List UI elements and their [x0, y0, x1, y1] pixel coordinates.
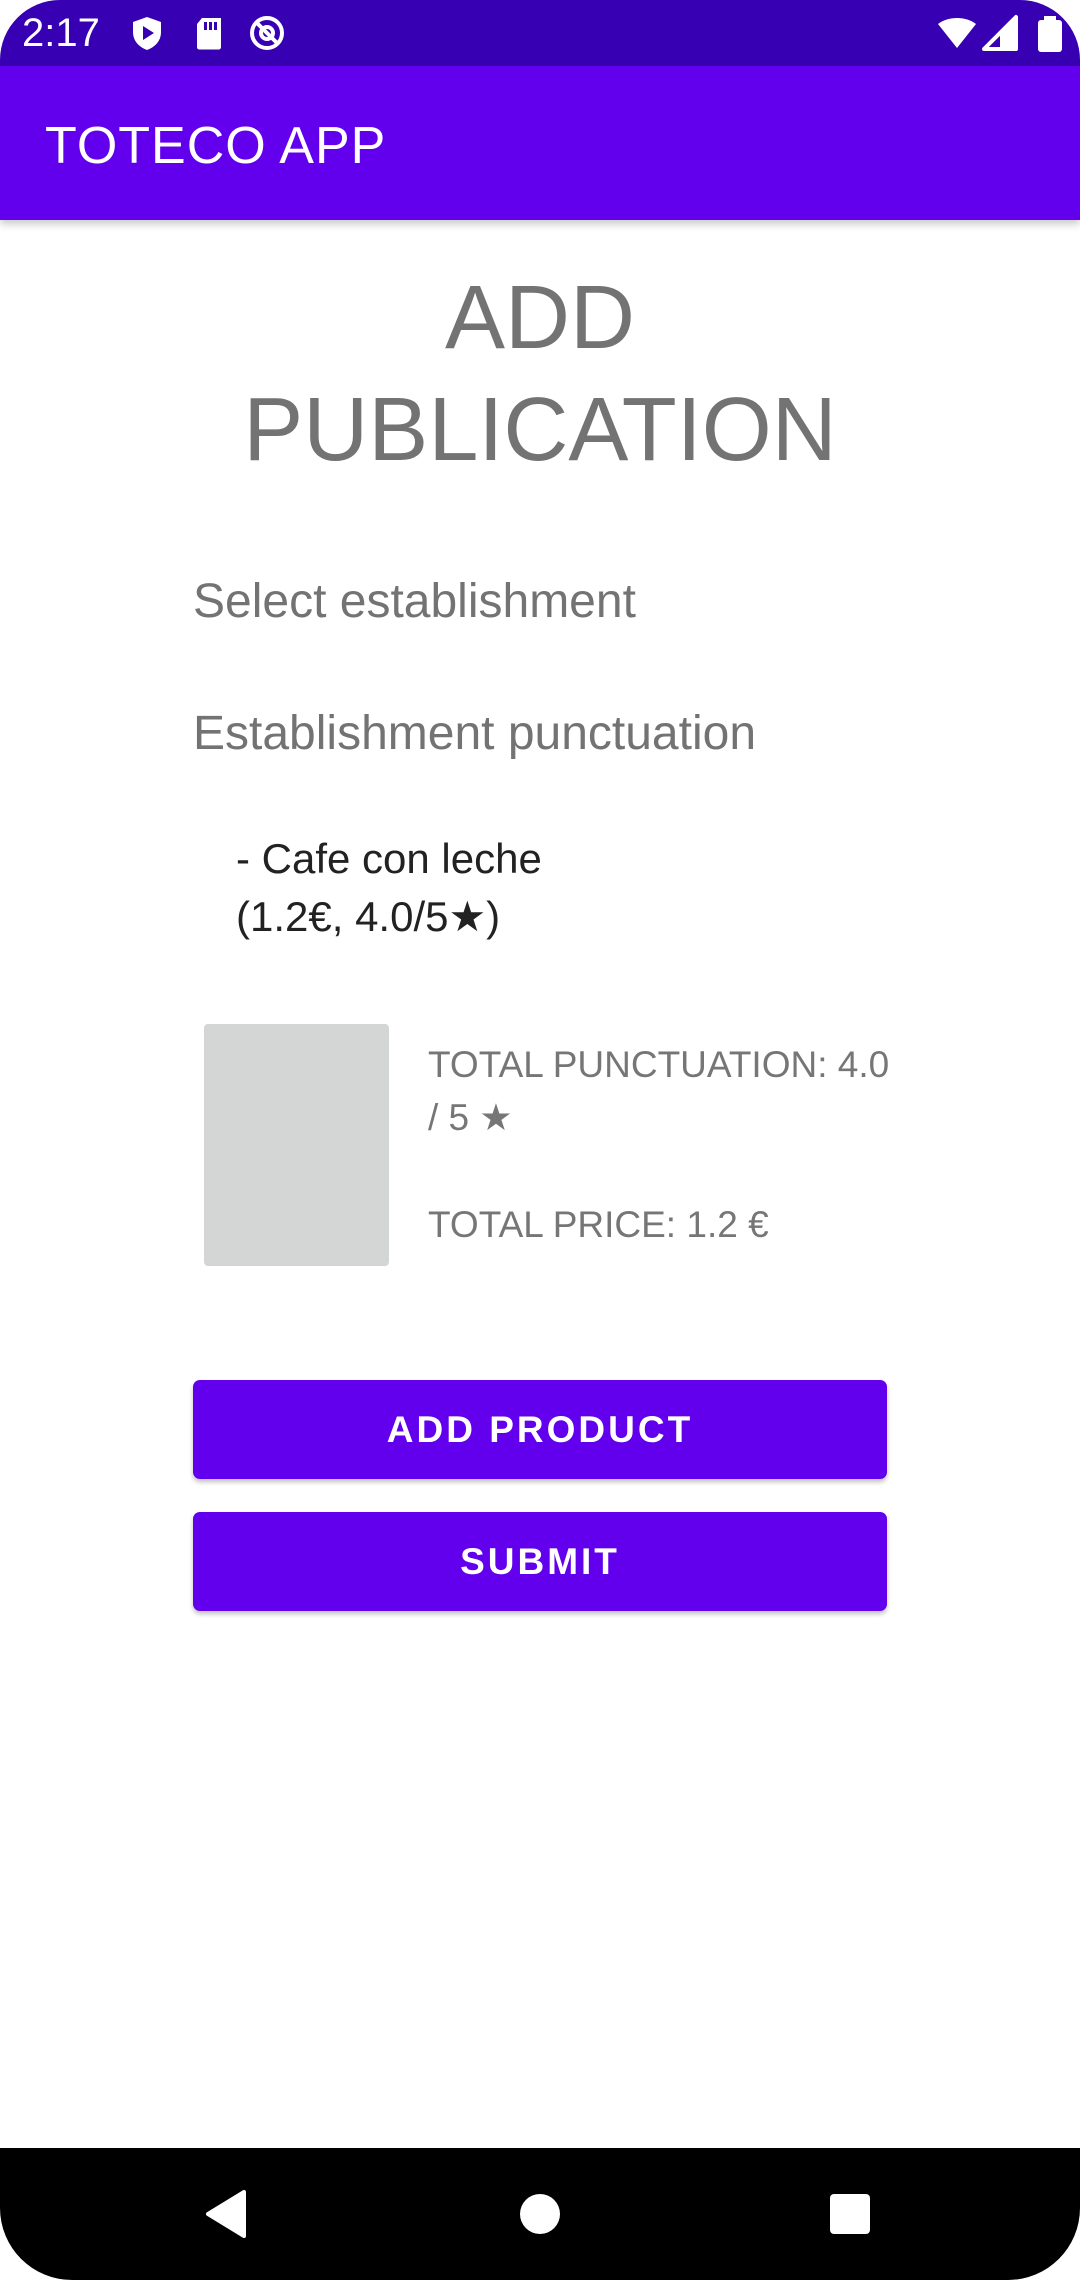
wifi-icon	[938, 18, 976, 48]
sd-card-icon	[197, 18, 221, 50]
battery-icon	[1038, 16, 1062, 52]
signal-icon	[982, 15, 1018, 51]
publication-image[interactable]	[204, 1024, 389, 1266]
app-bar: TOTECO APP	[0, 66, 1080, 220]
add-product-button[interactable]: ADD PRODUCT	[193, 1380, 887, 1479]
establishment-punctuation-field[interactable]: Establishment punctuation	[193, 706, 756, 762]
back-icon[interactable]	[168, 2148, 288, 2280]
total-price-text: TOTAL PRICE: 1.2 €	[428, 1204, 769, 1245]
select-establishment-dropdown[interactable]: Select establishment	[193, 574, 636, 630]
total-punctuation-text: TOTAL PUNCTUATION: 4.0 / 5 ★	[428, 1044, 890, 1138]
page-title: ADD PUBLICATION	[243, 268, 837, 480]
app-title: TOTECO APP	[45, 117, 387, 175]
status-bar: 2:17	[0, 0, 1080, 66]
at-sign-icon	[250, 16, 284, 50]
product-list-item: - Cafe con leche (1.2€, 4.0/5★)	[236, 835, 542, 940]
recents-icon[interactable]	[790, 2148, 910, 2280]
submit-button[interactable]: SUBMIT	[193, 1512, 887, 1611]
home-icon[interactable]	[480, 2148, 600, 2280]
phone-screen: 2:17 TOTECO APP ADD PUBLICATION Select e…	[0, 0, 1080, 2280]
play-protect-icon	[133, 17, 161, 50]
navigation-bar	[0, 2148, 1080, 2280]
status-time: 2:17	[22, 11, 100, 55]
